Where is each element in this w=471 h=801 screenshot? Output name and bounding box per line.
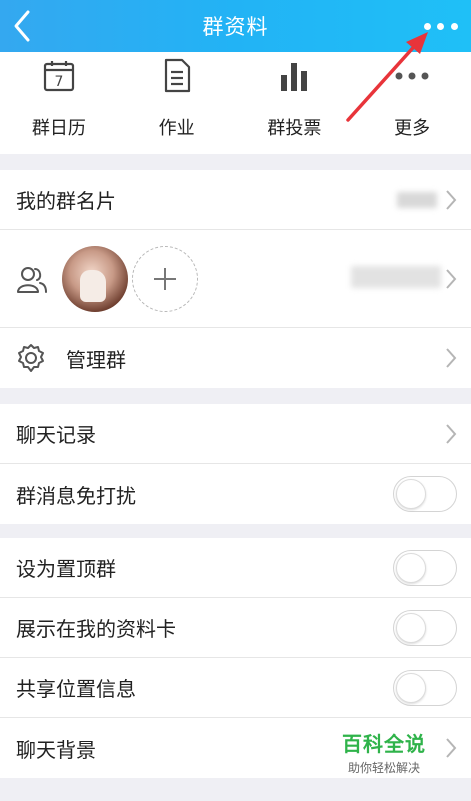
avatar-detail [80,270,106,302]
group-info-section: 我的群名片 管理群 [0,170,471,388]
quick-action-label: 更多 [394,118,431,139]
toggle-knob [396,672,426,703]
row-label: 聊天记录 [16,423,96,447]
row-label: 群消息免打扰 [16,483,136,508]
share-location-row: 共享位置信息 [0,658,471,718]
quick-action-label: 群日历 [31,118,86,139]
row-label: 共享位置信息 [16,677,136,701]
watermark: 百科全说 助你轻松解决 [328,720,440,778]
mute-row: 群消息免打扰 [0,464,471,524]
quick-actions: 7 群日历 作业 群投票 更多 [0,52,471,154]
watermark-title: 百科全说 [342,732,426,756]
redacted-value [351,266,441,288]
toggle-knob [396,479,426,509]
chevron-right-icon [446,268,457,289]
title-bar: 群资料 [0,0,471,52]
row-label: 展示在我的资料卡 [16,617,176,641]
more-button[interactable] [421,14,461,38]
group-members-row[interactable] [0,230,471,328]
show-on-card-toggle[interactable] [393,609,457,646]
more-dot [437,22,445,30]
gear-icon [18,344,44,372]
page-title: 群资料 [202,15,269,39]
document-icon [157,58,197,94]
chevron-right-icon [446,189,457,210]
quick-action-calendar[interactable]: 7 群日历 [0,52,118,154]
quick-action-label: 群投票 [267,118,322,139]
toggle-knob [396,552,426,583]
row-label: 我的群名片 [16,189,116,213]
show-on-card-row: 展示在我的资料卡 [0,598,471,658]
members-icon [17,267,47,293]
chevron-right-icon [446,423,457,444]
quick-action-vote[interactable]: 群投票 [236,52,354,154]
row-label: 管理群 [66,347,126,372]
toggle-knob [396,612,426,643]
pin-group-row: 设为置顶群 [0,538,471,598]
row-label: 设为置顶群 [16,557,116,581]
avatar[interactable] [62,246,128,312]
plus-icon [154,268,176,290]
more-horizontal-icon [424,22,432,30]
more-dot [450,22,458,30]
calendar-icon: 7 [39,58,79,94]
chevron-right-icon [446,348,457,368]
row-label: 聊天背景 [16,737,96,762]
add-member-button[interactable] [132,246,198,312]
quick-action-label: 作业 [158,118,195,139]
redacted-value [397,192,437,208]
quick-action-homework[interactable]: 作业 [118,52,236,154]
back-button[interactable] [6,6,42,46]
chat-history-row[interactable]: 聊天记录 [0,404,471,464]
more-horizontal-icon [392,58,432,94]
share-location-toggle[interactable] [393,669,457,706]
my-group-card-row[interactable]: 我的群名片 [0,170,471,230]
mute-toggle[interactable] [393,476,457,512]
bar-chart-icon [274,58,314,94]
calendar-day-text: 7 [54,74,63,90]
chevron-right-icon [446,738,457,758]
pin-toggle[interactable] [393,549,457,586]
watermark-subtitle: 助你轻松解决 [347,761,420,775]
quick-action-more[interactable]: 更多 [353,52,471,154]
chevron-left-icon [14,10,30,42]
manage-group-row[interactable]: 管理群 [0,328,471,388]
chat-section: 聊天记录 群消息免打扰 [0,404,471,524]
